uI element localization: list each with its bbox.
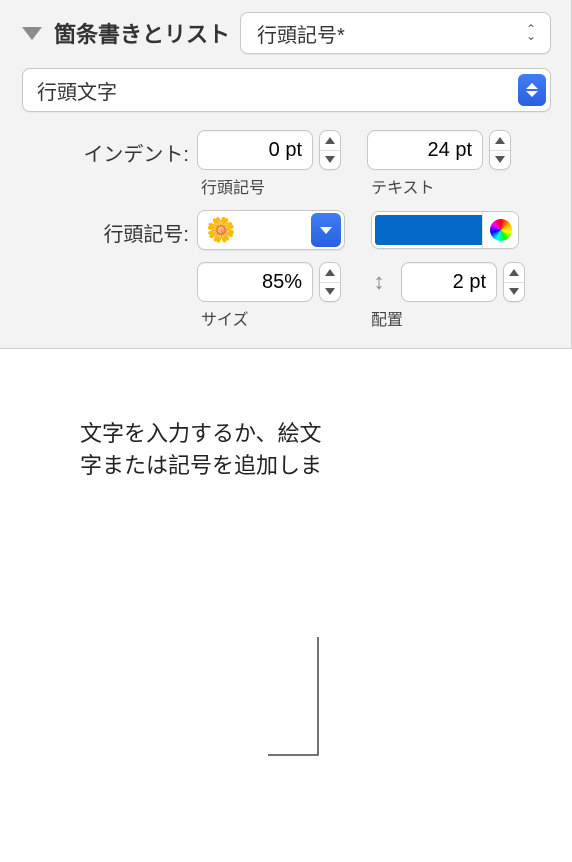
- chevron-down-icon: [325, 156, 335, 163]
- align-vertical-icon: ↕: [367, 262, 391, 302]
- chevron-up-icon: [325, 137, 335, 144]
- size-field: サイズ: [197, 262, 341, 330]
- chevron-up-icon: [509, 269, 519, 276]
- bullet-emoji: 🌼: [206, 216, 311, 245]
- size-sublabel: サイズ: [197, 306, 249, 330]
- dropdown-icon: [311, 213, 341, 247]
- text-indent-field: テキスト: [367, 130, 511, 198]
- bullet-type-value: 行頭文字: [37, 76, 117, 105]
- size-stepper[interactable]: [319, 262, 341, 302]
- callout-line1: 文字を入力するか、絵文: [80, 418, 322, 450]
- bullet-indent-input[interactable]: [197, 130, 313, 170]
- panel-header: 箇条書きとリスト 行頭記号* ⌃⌄: [22, 12, 551, 54]
- text-indent-input[interactable]: [367, 130, 483, 170]
- indent-label: インデント:: [22, 130, 197, 167]
- indent-row: インデント: 行頭記号: [22, 130, 551, 198]
- chevron-up-icon: [325, 269, 335, 276]
- chevron-down-icon: [509, 288, 519, 295]
- color-swatch: [372, 212, 482, 248]
- text-indent-sublabel: テキスト: [367, 174, 435, 198]
- align-field: ↕ 配置: [367, 262, 525, 330]
- bullet-symbol-row: 行頭記号: 🌼: [22, 210, 551, 250]
- list-style-popup[interactable]: 行頭記号* ⌃⌄: [240, 12, 551, 54]
- align-stepper[interactable]: [503, 262, 525, 302]
- chevron-down-icon: [325, 288, 335, 295]
- bullet-color-well[interactable]: [371, 211, 519, 249]
- bullet-indent-stepper[interactable]: [319, 130, 341, 170]
- color-wheel-icon: [490, 219, 512, 241]
- align-input[interactable]: [401, 262, 497, 302]
- panel-title: 箇条書きとリスト: [54, 17, 230, 49]
- bullet-indent-sublabel: 行頭記号: [197, 174, 265, 198]
- bullet-character-combo[interactable]: 🌼: [197, 210, 345, 250]
- align-sublabel: 配置: [367, 306, 403, 330]
- updown-icon: ⌃⌄: [526, 26, 536, 40]
- size-align-row: サイズ ↕ 配置: [22, 262, 551, 330]
- bullet-type-select[interactable]: 行頭文字: [22, 68, 551, 112]
- bullet-indent-field: 行頭記号: [197, 130, 341, 198]
- disclosure-triangle-icon[interactable]: [22, 27, 42, 40]
- chevron-down-icon: [495, 156, 505, 163]
- chevron-up-icon: [495, 137, 505, 144]
- bullet-symbol-label: 行頭記号:: [22, 210, 197, 247]
- callout-text: 文字を入力するか、絵文 字または記号を追加しま: [80, 418, 322, 482]
- size-input[interactable]: [197, 262, 313, 302]
- select-arrows-icon: [518, 74, 546, 106]
- color-picker-button[interactable]: [482, 212, 518, 248]
- bullets-lists-panel: 箇条書きとリスト 行頭記号* ⌃⌄ 行頭文字 インデント: 行頭記号: [0, 0, 572, 349]
- callout-line2: 字または記号を追加しま: [80, 450, 322, 482]
- list-style-value: 行頭記号*: [257, 19, 345, 48]
- text-indent-stepper[interactable]: [489, 130, 511, 170]
